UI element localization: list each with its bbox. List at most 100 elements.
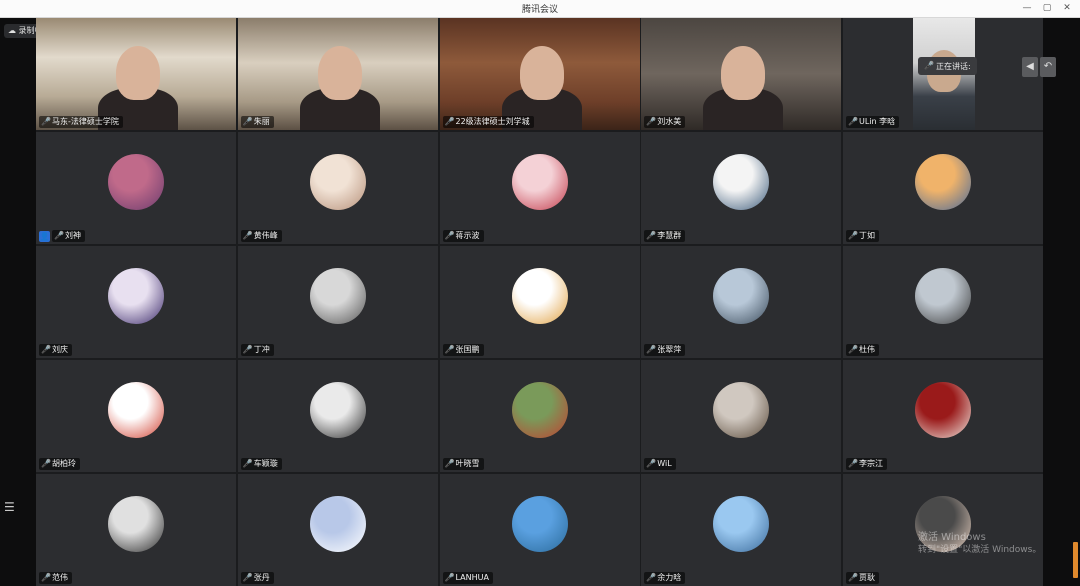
- participant-avatar: [915, 154, 971, 210]
- participant-avatar: [108, 268, 164, 324]
- participant-tile[interactable]: 🎤 22级法律硕士刘学城: [439, 18, 640, 130]
- mic-icon: 🎤: [646, 573, 657, 582]
- participant-name: ULin 李晗: [859, 117, 896, 126]
- participant-avatar: [713, 496, 770, 552]
- mic-icon: 🎤: [646, 231, 657, 240]
- participant-tile[interactable]: 🎤 余力晗: [641, 474, 842, 586]
- participant-name: 马东-法律硕士学院: [52, 117, 119, 126]
- participant-tile[interactable]: 🎤 刘水美: [641, 18, 842, 130]
- mic-icon: 🎤: [444, 231, 455, 240]
- participant-nameplate: 🎤 范伟: [39, 572, 72, 584]
- mic-icon: 🎤: [444, 117, 455, 126]
- mic-icon: 🎤: [242, 573, 253, 582]
- participant-nameplate: 🎤 刘庆: [39, 344, 72, 356]
- participant-tile[interactable]: 🎤 胡柏玲: [36, 360, 236, 472]
- participant-tile[interactable]: 🎤 丁如: [843, 132, 1043, 244]
- speaking-label: 正在讲话:: [936, 61, 971, 71]
- participant-nameplate: 🎤 胡柏玲: [39, 458, 80, 470]
- participant-nameplate: 🎤 蒋示波: [442, 230, 484, 242]
- participant-avatar: [713, 154, 770, 210]
- participant-nameplate: 🎤 丁冲: [240, 344, 274, 356]
- activation-watermark: 激活 Windows 转到"设置"以激活 Windows。: [918, 532, 1041, 556]
- participant-nameplate: 🎤 余力晗: [644, 572, 686, 584]
- participant-nameplate: 🎤 李慧群: [644, 230, 686, 242]
- participant-tile[interactable]: 🎤 叶晓雪: [439, 360, 640, 472]
- participant-tile[interactable]: 🎤 LANHUA: [439, 474, 640, 586]
- participant-avatar: [108, 382, 164, 438]
- user-icon: 👤: [39, 231, 50, 242]
- participant-name: 胡柏玲: [52, 459, 76, 468]
- participant-face: [116, 46, 160, 100]
- participant-nameplate: 🎤 黄伟峰: [240, 230, 282, 242]
- right-panel: [1043, 18, 1080, 586]
- participant-tile[interactable]: 🎤 杜伟: [843, 246, 1043, 358]
- mic-icon: 🎤: [444, 573, 455, 582]
- participant-avatar: [915, 268, 971, 324]
- participant-nameplate: 🎤 李宗江: [846, 458, 887, 470]
- participant-avatar: [309, 154, 366, 210]
- participant-tile[interactable]: 🎤 李宗江: [843, 360, 1043, 472]
- participant-avatar: [309, 382, 366, 438]
- participant-tile[interactable]: 🎤 贾耿: [843, 474, 1043, 586]
- back-button[interactable]: ↶: [1040, 57, 1056, 77]
- participant-tile[interactable]: 🎤 李慧群: [641, 132, 842, 244]
- participant-nameplate: 🎤 张国鹏: [442, 344, 484, 356]
- participant-nameplate: 🎤 朱丽: [240, 116, 274, 128]
- participant-nameplate: 🎤 22级法律硕士刘学城: [442, 116, 534, 128]
- prev-page-button[interactable]: ◀: [1022, 57, 1038, 77]
- menu-icon[interactable]: ☰: [4, 500, 15, 514]
- mic-icon: 🎤: [848, 459, 858, 468]
- participant-nameplate: 🎤 丁如: [846, 230, 879, 242]
- maximize-icon[interactable]: ▢: [1040, 1, 1054, 15]
- participant-name: 刘水美: [657, 117, 682, 126]
- mic-icon: 🎤: [848, 231, 858, 240]
- participant-tile[interactable]: 👤 🎤 刘神: [36, 132, 236, 244]
- participant-name: 贾耿: [859, 573, 875, 582]
- participant-tile[interactable]: 🎤 范伟: [36, 474, 236, 586]
- mic-icon: 🎤: [41, 459, 51, 468]
- participant-avatar: [108, 154, 164, 210]
- mic-icon: 🎤: [924, 61, 934, 70]
- participant-nameplate: 🎤 马东-法律硕士学院: [39, 116, 123, 128]
- scroll-indicator[interactable]: [1073, 542, 1078, 578]
- participant-avatar: [511, 496, 568, 552]
- participant-tile[interactable]: 🎤 车颖璇: [237, 360, 438, 472]
- participant-nameplate: 🎤 贾耿: [846, 572, 879, 584]
- title-bar: 腾讯会议 — ▢ ✕: [0, 0, 1080, 18]
- participant-avatar: [713, 268, 770, 324]
- participant-tile[interactable]: 🎤 张翠萍: [641, 246, 842, 358]
- speaking-indicator: 🎤 正在讲话:: [918, 57, 977, 75]
- participant-name: 张丹: [253, 573, 270, 582]
- participant-avatar: [309, 496, 366, 552]
- participant-tile[interactable]: 🎤 张国鹏: [439, 246, 640, 358]
- participant-tile[interactable]: 🎤 刘庆: [36, 246, 236, 358]
- close-icon[interactable]: ✕: [1060, 1, 1074, 15]
- participant-nameplate: 🎤 车颖璇: [240, 458, 282, 470]
- participant-tile[interactable]: 🎤 马东-法律硕士学院: [36, 18, 236, 130]
- mic-icon: 🎤: [646, 117, 657, 126]
- participant-avatar: [108, 496, 164, 552]
- mic-icon: 🎤: [848, 573, 858, 582]
- participant-nameplate: 🎤 刘神: [52, 230, 85, 242]
- participant-name: LANHUA: [455, 573, 489, 582]
- participant-nameplate: 🎤 LANHUA: [442, 572, 493, 584]
- participant-name: 张国鹏: [455, 345, 480, 354]
- participant-nameplate: 🎤 张丹: [240, 572, 274, 584]
- participant-name: 张翠萍: [657, 345, 682, 354]
- participant-name: 杜伟: [859, 345, 875, 354]
- participant-avatar: [511, 382, 568, 438]
- mic-icon: 🎤: [54, 231, 64, 240]
- mic-icon: 🎤: [242, 345, 253, 354]
- participant-tile[interactable]: 🎤 蒋示波: [439, 132, 640, 244]
- participant-avatar: [309, 268, 366, 324]
- participant-face: [519, 46, 564, 100]
- participant-tile[interactable]: 🎤 WiL: [641, 360, 842, 472]
- participant-tile[interactable]: 🎤 朱丽: [237, 18, 438, 130]
- mic-icon: 🎤: [444, 459, 455, 468]
- participant-tile[interactable]: 🎤 黄伟峰: [237, 132, 438, 244]
- participant-grid: 🎤 马东-法律硕士学院 🎤 朱丽 🎤 22级法律硕士刘学城 🎤 刘水美 🎤 ULin 李晗 👤 🎤 刘神…: [36, 18, 1043, 586]
- minimize-icon[interactable]: —: [1020, 1, 1034, 15]
- participant-tile[interactable]: 🎤 张丹: [237, 474, 438, 586]
- participant-tile[interactable]: 🎤 丁冲: [237, 246, 438, 358]
- watermark-line-1: 激活 Windows: [918, 532, 986, 543]
